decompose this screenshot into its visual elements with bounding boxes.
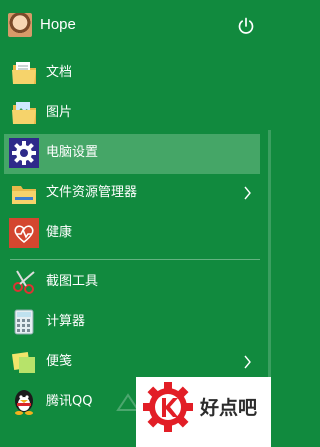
folder-pictures-icon [12, 102, 36, 124]
file-explorer-icon [12, 186, 36, 204]
menu-item-label: 电脑设置 [46, 145, 99, 160]
start-menu: Hope 文档 图片 电脑设置 文件资源管理器 健康 截图工具 计算器 便笺 腾… [0, 0, 271, 447]
watermark-gear-logo-icon [143, 382, 193, 432]
menu-item-documents[interactable]: 文档 [0, 54, 271, 94]
menu-item-label: 图片 [46, 105, 73, 120]
qq-penguin-icon [15, 390, 33, 415]
menu-item-pc-settings[interactable]: 电脑设置 [4, 134, 260, 174]
user-header: Hope [0, 6, 271, 44]
menu-item-label: 便笺 [46, 354, 73, 369]
divider [10, 259, 260, 260]
chevron-right-icon[interactable] [244, 355, 252, 369]
watermark: 好点吧 [136, 377, 271, 447]
scissors-icon [13, 270, 35, 294]
menu-item-label: 截图工具 [46, 274, 99, 289]
sticky-notes-icon [11, 351, 35, 373]
chevron-right-icon[interactable] [244, 186, 252, 200]
menu-item-file-explorer[interactable]: 文件资源管理器 [0, 174, 271, 214]
menu-item-label: 文件资源管理器 [46, 185, 138, 200]
menu-item-label: 文档 [46, 65, 73, 80]
menu-item-pictures[interactable]: 图片 [0, 94, 271, 134]
menu-item-label: 计算器 [46, 314, 86, 329]
menu-item-health[interactable]: 健康 [0, 214, 271, 254]
menu-item-label: 健康 [46, 225, 73, 240]
user-name[interactable]: Hope [40, 16, 76, 34]
power-icon[interactable] [237, 17, 255, 35]
watermark-text: 好点吧 [200, 397, 258, 419]
health-heart-icon [9, 218, 39, 248]
menu-item-calculator[interactable]: 计算器 [0, 303, 271, 343]
user-avatar[interactable] [8, 13, 32, 37]
gear-icon [9, 138, 39, 168]
menu-item-label: 腾讯QQ [46, 394, 93, 409]
calculator-icon [14, 309, 34, 335]
menu-item-snipping-tool[interactable]: 截图工具 [0, 263, 271, 303]
folder-documents-icon [12, 62, 36, 84]
